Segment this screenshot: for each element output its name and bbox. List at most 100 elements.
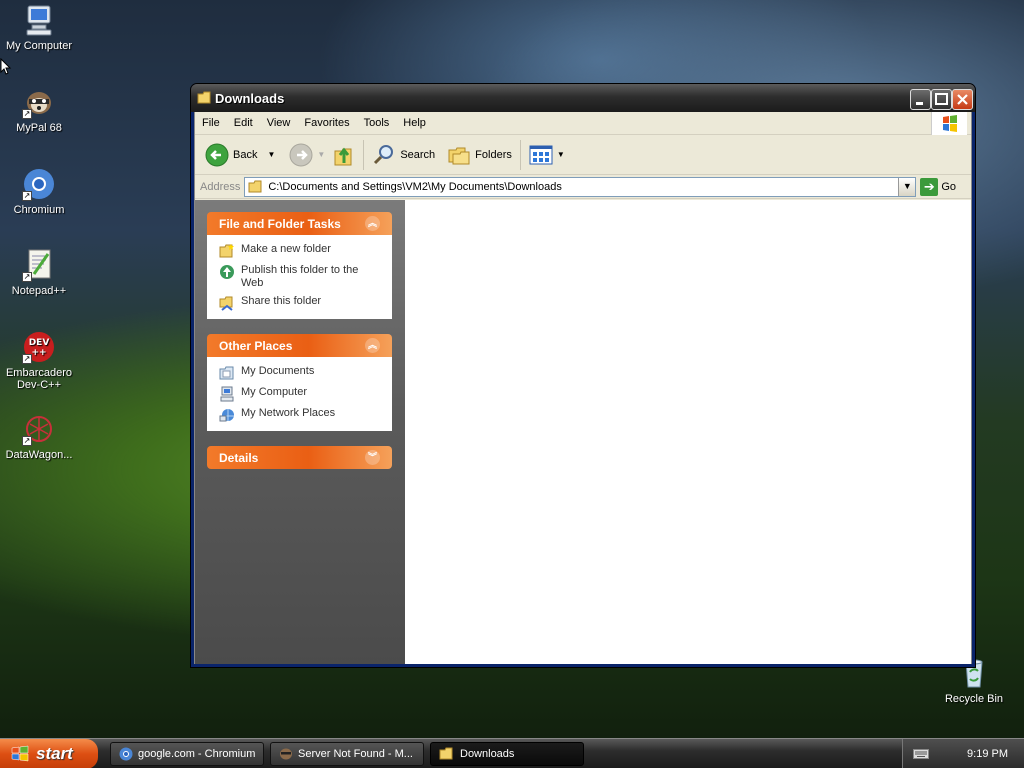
folder-icon [197, 91, 213, 108]
details-header[interactable]: Details ︾ [207, 446, 392, 469]
my-computer-label: My Computer [241, 386, 308, 398]
back-dropdown-icon[interactable]: ▼ [267, 150, 275, 159]
chromium-icon [119, 747, 133, 761]
shortcut-arrow-icon: ↗ [22, 191, 32, 201]
address-label: Address [200, 180, 241, 193]
toolbar-separator [519, 139, 521, 170]
taskbar-item-downloads[interactable]: Downloads [430, 742, 584, 766]
start-label: start [36, 744, 73, 763]
shortcut-arrow-icon: ↗ [22, 272, 32, 282]
make-new-folder-link[interactable]: Make a new folder [219, 243, 382, 259]
svg-text:DEV: DEV [29, 338, 50, 348]
views-button[interactable]: ▼ [525, 140, 569, 170]
views-icon [529, 145, 553, 164]
views-dropdown-icon[interactable]: ▼ [557, 150, 565, 159]
maximize-button[interactable] [931, 89, 952, 110]
share-folder-link[interactable]: Share this folder [219, 295, 382, 311]
windows-logo-icon [931, 112, 967, 135]
shortcut-arrow-icon: ↗ [22, 109, 32, 119]
taskbar-item-chromium[interactable]: google.com - Chromium [110, 742, 264, 766]
other-places-header[interactable]: Other Places ︽ [207, 334, 392, 357]
taskbar-item-label: Server Not Found - M... [298, 748, 413, 760]
search-button-label: Search [400, 148, 436, 161]
desktop-icon-my-computer[interactable]: My Computer [0, 3, 79, 52]
svg-text:++: ++ [31, 348, 46, 358]
menu-file[interactable]: File [195, 117, 227, 129]
address-input[interactable]: C:\Documents and Settings\VM2\My Documen… [244, 176, 917, 197]
keyboard-icon[interactable] [913, 748, 929, 760]
desktop-icon-notepadpp[interactable]: ↗ Notepad++ [0, 248, 79, 297]
my-documents-label: My Documents [241, 365, 315, 377]
desktop-icon-mypal[interactable]: ↗ MyPal 68 [0, 85, 79, 134]
expand-chevron-icon[interactable]: ︾ [365, 450, 380, 465]
desktop-icon-datawagon[interactable]: ↗ DataWagon... [0, 412, 79, 461]
task-pane: File and Folder Tasks ︽ Make a new folde… [195, 200, 405, 664]
computer-icon [22, 3, 56, 37]
close-button[interactable] [952, 89, 973, 110]
make-new-folder-label: Make a new folder [241, 243, 331, 255]
mypal-raccoon-icon [280, 748, 292, 760]
desktop-icon-devcpp[interactable]: DEV ++ ↗ Embarcadero Dev-C++ [0, 330, 79, 391]
forward-arrow-icon [289, 143, 313, 166]
menu-view[interactable]: View [260, 117, 298, 129]
mouse-cursor-icon [0, 58, 12, 75]
system-tray: 9:19 PM [902, 739, 1024, 768]
address-value: C:\Documents and Settings\VM2\My Documen… [268, 180, 562, 193]
collapse-chevron-icon[interactable]: ︽ [365, 338, 380, 353]
mypal-raccoon-icon: ↗ [22, 85, 56, 119]
menu-favorites[interactable]: Favorites [297, 117, 356, 129]
my-documents-link[interactable]: My Documents [219, 365, 382, 381]
back-button-label: Back [233, 148, 258, 161]
search-button[interactable]: Search [368, 140, 439, 170]
my-network-places-link[interactable]: My Network Places [219, 407, 382, 423]
desktop-icon-label: DataWagon... [5, 449, 73, 461]
share-folder-icon [219, 296, 233, 311]
start-button[interactable]: start [0, 739, 98, 768]
my-computer-link[interactable]: My Computer [219, 386, 382, 402]
go-button-label: Go [941, 180, 957, 193]
folders-button[interactable]: Folders [443, 140, 516, 170]
windows-logo-icon [11, 745, 29, 762]
share-folder-label: Share this folder [241, 295, 322, 307]
clock[interactable]: 9:19 PM [967, 748, 1008, 760]
desktop-icon-label: Chromium [13, 204, 65, 216]
standard-toolbar: Back ▼ ▼ Search Folders ▼ [195, 135, 971, 175]
shortcut-arrow-icon: ↗ [22, 436, 32, 446]
forward-button[interactable]: ▼ [285, 140, 329, 170]
window-titlebar[interactable]: Downloads [191, 84, 975, 112]
folder-icon [439, 747, 453, 760]
chromium-icon: ↗ [22, 167, 56, 201]
back-button[interactable]: Back ▼ [201, 140, 279, 170]
minimize-button[interactable] [910, 89, 931, 110]
go-button[interactable]: ➔ Go [920, 177, 957, 196]
notepad-plus-plus-icon: ↗ [22, 248, 56, 282]
collapse-chevron-icon[interactable]: ︽ [365, 216, 380, 231]
details-title: Details [219, 450, 259, 465]
file-list-area[interactable] [405, 200, 971, 664]
menu-edit[interactable]: Edit [227, 117, 260, 129]
taskbar-item-label: google.com - Chromium [138, 748, 256, 760]
folder-icon [248, 180, 262, 192]
address-dropdown-icon[interactable]: ▼ [898, 177, 916, 196]
explorer-window: Downloads File Edit View Favorites Tools… [190, 83, 976, 668]
menu-tools[interactable]: Tools [357, 117, 397, 129]
toolbar-separator [363, 139, 365, 170]
folders-button-label: Folders [475, 148, 512, 161]
my-network-places-label: My Network Places [241, 407, 336, 419]
taskbar-item-mypal[interactable]: Server Not Found - M... [270, 742, 424, 766]
datawagon-icon: ↗ [22, 412, 56, 446]
forward-dropdown-icon[interactable]: ▼ [317, 150, 325, 159]
desktop-icon-chromium[interactable]: ↗ Chromium [0, 167, 79, 216]
up-folder-icon [334, 147, 352, 165]
other-places-panel: Other Places ︽ My Documents My Computer [207, 334, 392, 431]
file-folder-tasks-header[interactable]: File and Folder Tasks ︽ [207, 212, 392, 235]
back-arrow-icon [205, 143, 229, 166]
up-folder-button[interactable] [329, 140, 359, 170]
menu-help[interactable]: Help [396, 117, 433, 129]
go-arrow-icon: ➔ [920, 177, 939, 196]
file-folder-tasks-panel: File and Folder Tasks ︽ Make a new folde… [207, 212, 392, 319]
network-places-icon [219, 409, 234, 422]
other-places-title: Other Places [219, 338, 293, 353]
publish-folder-link[interactable]: Publish this folder to the Web [219, 264, 382, 290]
desktop-icon-label: Recycle Bin [944, 693, 1004, 705]
